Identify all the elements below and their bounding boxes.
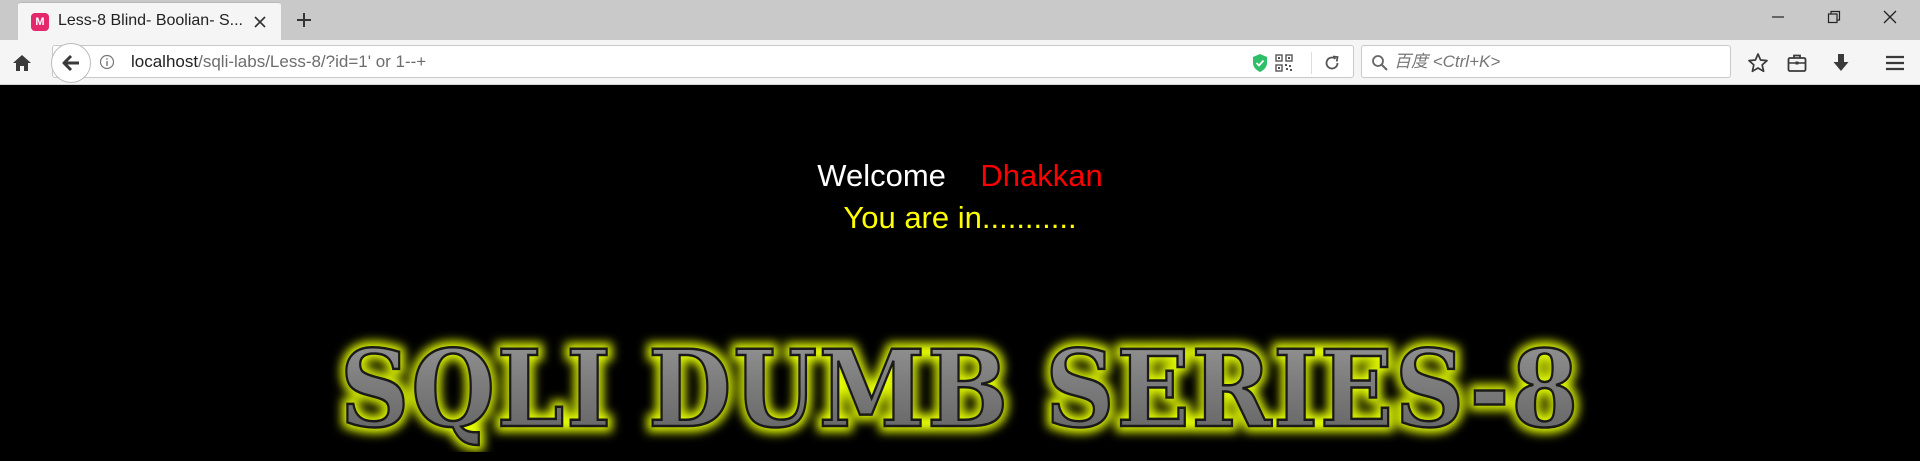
reload-button[interactable] <box>1321 52 1343 74</box>
search-bar[interactable] <box>1361 45 1731 78</box>
series-banner-logo: SQLI DUMB SERIES-8 SQLI DUMB SERIES-8 <box>334 320 1584 452</box>
library-button[interactable] <box>1783 49 1811 77</box>
user-name: Dhakkan <box>980 158 1103 193</box>
back-arrow-icon <box>62 54 79 72</box>
navigation-toolbar: localhost/sqli-labs/Less-8/?id=1' or 1--… <box>0 40 1920 85</box>
back-button[interactable] <box>51 43 91 83</box>
qr-code-icon[interactable] <box>1275 54 1293 72</box>
welcome-text: Welcome <box>817 158 946 193</box>
tab-close-button[interactable] <box>249 11 271 33</box>
tab-title: Less-8 Blind- Boolian- S... <box>58 12 243 29</box>
downloads-button[interactable] <box>1827 49 1855 77</box>
page-content: Welcome Dhakkan You are in........... SQ… <box>0 86 1920 461</box>
restore-button[interactable] <box>1806 0 1862 34</box>
url-path: /sqli-labs/Less-8/?id=1' or 1--+ <box>198 52 427 71</box>
briefcase-icon <box>1787 54 1807 72</box>
tab-strip: M Less-8 Blind- Boolian- S... <box>0 0 1920 40</box>
shield-icon[interactable] <box>1251 53 1269 73</box>
reload-icon <box>1325 55 1339 70</box>
home-button[interactable] <box>8 49 36 77</box>
welcome-line: Welcome Dhakkan <box>0 158 1920 198</box>
login-status-message: You are in........... <box>843 200 1077 235</box>
hamburger-menu-icon <box>1886 55 1904 71</box>
url-host: localhost <box>131 52 199 71</box>
url-bar-divider <box>1311 52 1312 74</box>
url-bar[interactable]: localhost/sqli-labs/Less-8/?id=1' or 1--… <box>51 43 1354 83</box>
info-icon[interactable] <box>99 54 115 70</box>
star-icon <box>1748 53 1768 73</box>
bookmark-star-button[interactable] <box>1744 49 1772 77</box>
banner-text: SQLI DUMB SERIES-8 <box>340 326 1580 451</box>
plus-icon <box>297 13 311 27</box>
new-tab-button[interactable] <box>292 8 316 32</box>
url-text[interactable]: localhost/sqli-labs/Less-8/?id=1' or 1--… <box>131 52 426 74</box>
download-arrow-icon <box>1833 54 1849 71</box>
restore-icon <box>1827 10 1841 24</box>
site-favicon-icon: M <box>31 13 49 31</box>
search-input[interactable] <box>1394 48 1724 75</box>
browser-tab[interactable]: M Less-8 Blind- Boolian- S... <box>18 2 281 40</box>
window-close-button[interactable] <box>1862 0 1918 34</box>
menu-button[interactable] <box>1881 49 1909 77</box>
minimize-button[interactable] <box>1750 0 1806 34</box>
minimize-icon <box>1772 16 1784 18</box>
search-icon <box>1372 55 1388 71</box>
close-icon <box>1883 10 1897 24</box>
close-icon <box>254 16 266 28</box>
home-icon <box>13 55 31 71</box>
